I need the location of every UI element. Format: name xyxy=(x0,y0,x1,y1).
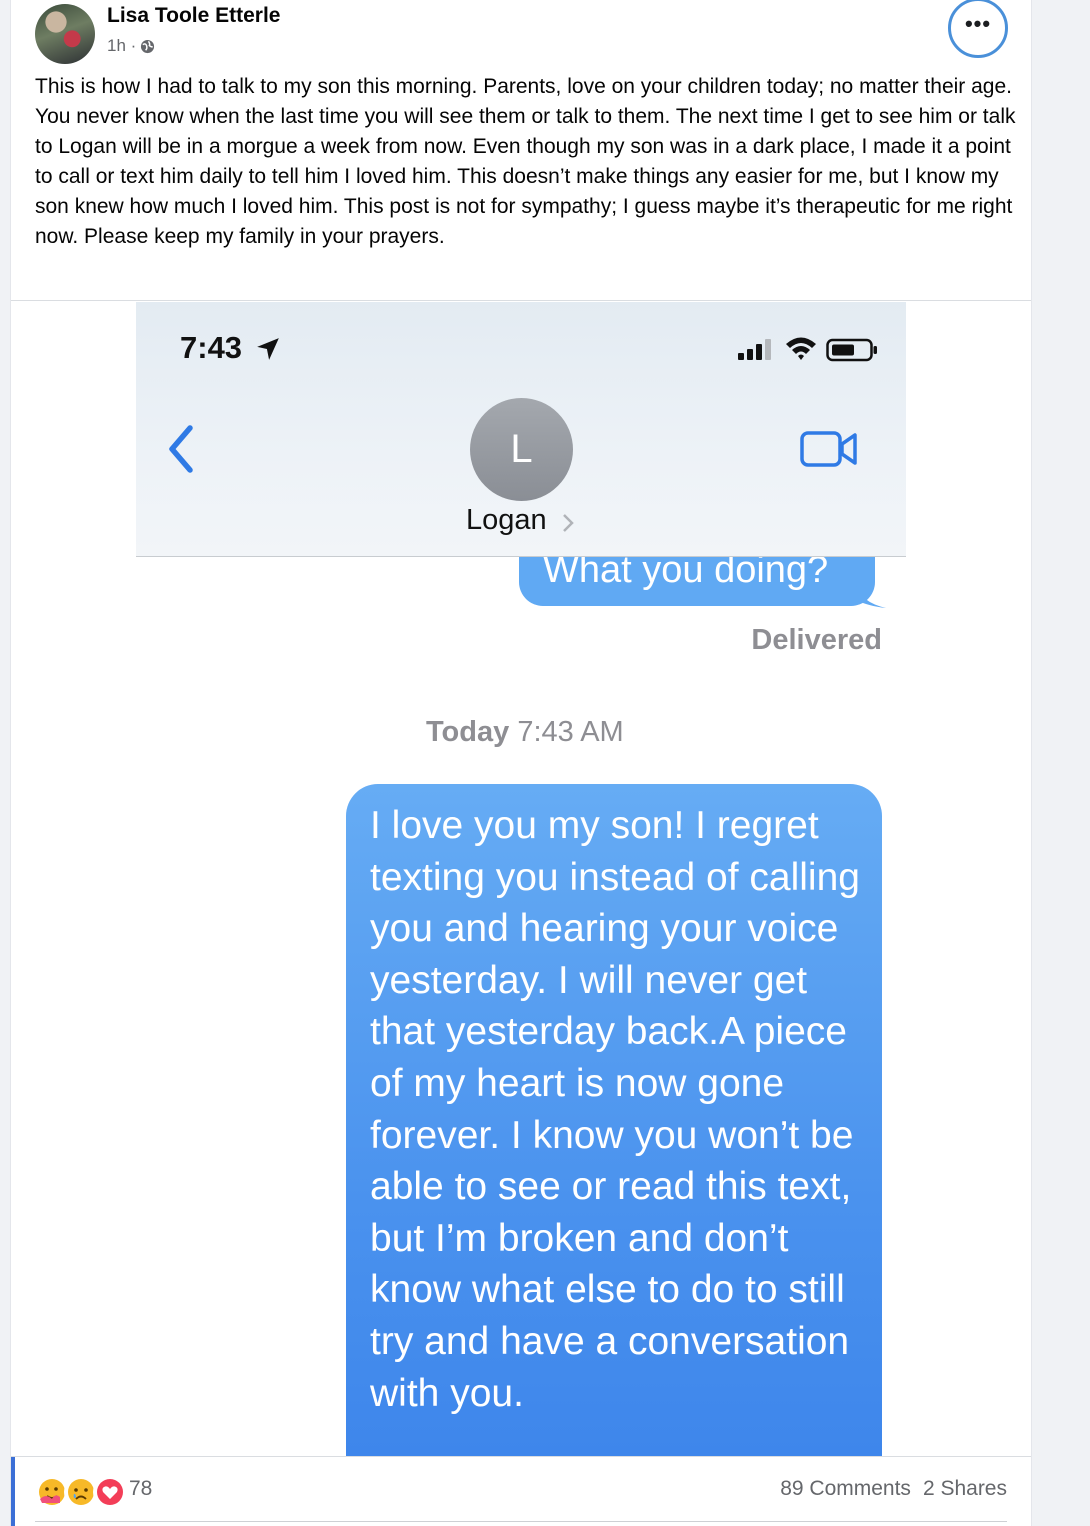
contact-avatar: L xyxy=(470,398,573,501)
globe-icon xyxy=(141,39,155,53)
shares-link[interactable]: 2 Shares xyxy=(923,1477,1007,1501)
back-chevron-icon xyxy=(169,425,193,473)
divider xyxy=(35,1521,1007,1522)
post-card: Lisa Toole Etterle 1h · ••• This is how … xyxy=(10,0,1032,1526)
message-bubble: I love you my son! I regret texting you … xyxy=(346,784,882,1456)
post-time[interactable]: 1h · xyxy=(107,36,136,56)
engagement-stats: 89 Comments 2 Shares xyxy=(780,1477,1007,1501)
author-avatar[interactable] xyxy=(35,4,95,64)
post-footer: 78 89 Comments 2 Shares xyxy=(11,1456,1031,1526)
post-image[interactable]: 7:43 L Logan What you doing? Delivered T… xyxy=(136,302,906,1456)
status-time: 7:43 xyxy=(180,330,243,365)
messages-header: 7:43 L Logan xyxy=(136,302,906,557)
delivered-label: Delivered xyxy=(751,624,882,656)
divider xyxy=(11,300,1031,301)
post-body-text: This is how I had to talk to my son this… xyxy=(35,75,1016,248)
author-name[interactable]: Lisa Toole Etterle xyxy=(107,4,281,28)
message-timestamp: Today 7:43 AM xyxy=(426,716,624,749)
more-options-button[interactable]: ••• xyxy=(948,0,1008,58)
message-text: I love you my son! I regret texting you … xyxy=(370,804,860,1415)
contact-name: Logan xyxy=(466,504,547,536)
chevron-right-icon xyxy=(563,514,574,532)
location-arrow-icon xyxy=(257,338,279,360)
timestamp-time: 7:43 AM xyxy=(517,716,624,748)
video-call-icon xyxy=(800,431,857,467)
focus-indicator xyxy=(11,1457,15,1526)
post-meta: 1h · xyxy=(107,36,155,56)
more-horizontal-icon: ••• xyxy=(964,11,992,36)
reactions-summary[interactable] xyxy=(35,1475,127,1509)
timestamp-day: Today xyxy=(426,716,510,748)
battery-icon xyxy=(826,338,877,362)
love-reaction-icon xyxy=(93,1475,127,1509)
signal-icon xyxy=(738,339,771,360)
bubble-tail xyxy=(856,584,886,608)
wifi-icon xyxy=(786,337,816,360)
comments-link[interactable]: 89 Comments xyxy=(780,1477,911,1501)
reaction-count[interactable]: 78 xyxy=(129,1477,152,1501)
